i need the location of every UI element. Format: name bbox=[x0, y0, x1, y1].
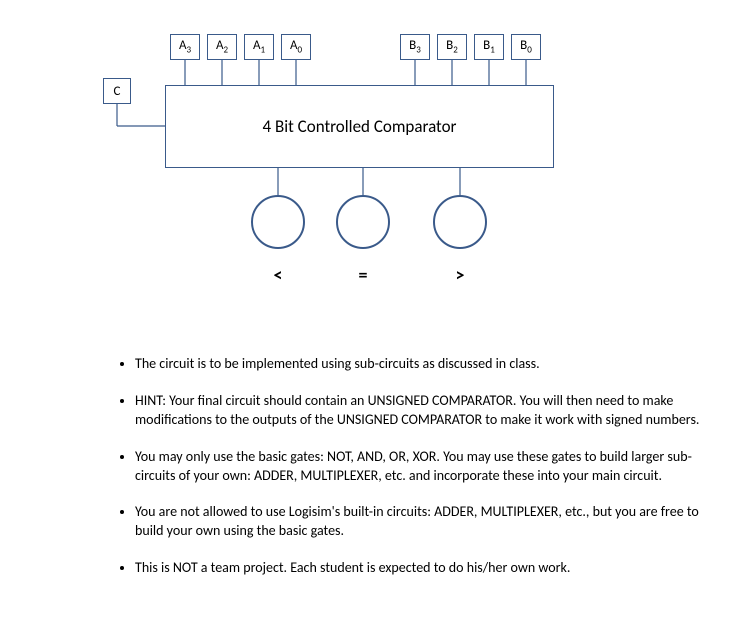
input-b3-box: B3 bbox=[400, 34, 430, 60]
input-b3-label: B3 bbox=[409, 38, 421, 56]
input-b2-label: B2 bbox=[446, 38, 458, 56]
output-lt-label: < bbox=[251, 264, 305, 286]
output-eq-circle bbox=[336, 195, 390, 249]
output-eq-label: = bbox=[336, 264, 390, 286]
output-lt-circle bbox=[251, 195, 305, 249]
output-gt-circle bbox=[433, 195, 487, 249]
comparator-title: 4 Bit Controlled Comparator bbox=[263, 116, 457, 137]
input-b2-box: B2 bbox=[437, 34, 467, 60]
output-gt-label: > bbox=[433, 264, 487, 286]
input-c-label: C bbox=[114, 84, 121, 99]
input-a3-label: A3 bbox=[179, 38, 191, 56]
input-a1-box: A1 bbox=[244, 34, 274, 60]
input-b1-box: B1 bbox=[474, 34, 504, 60]
bullet-item: You may only use the basic gates: NOT, A… bbox=[135, 448, 722, 486]
bullet-item: HINT: Your final circuit should contain … bbox=[135, 392, 722, 430]
bullet-item: The circuit is to be implemented using s… bbox=[135, 355, 722, 374]
input-a2-label: A2 bbox=[216, 38, 228, 56]
input-a2-box: A2 bbox=[207, 34, 237, 60]
input-a3-box: A3 bbox=[170, 34, 200, 60]
input-b0-label: B0 bbox=[520, 38, 532, 56]
input-c-box: C bbox=[103, 78, 131, 104]
bullet-item: This is NOT a team project. Each student… bbox=[135, 559, 722, 578]
input-a0-box: A0 bbox=[281, 34, 311, 60]
bullet-item: You are not allowed to use Logisim's bui… bbox=[135, 503, 722, 541]
instructions-list: The circuit is to be implemented using s… bbox=[110, 355, 722, 596]
comparator-main-box: 4 Bit Controlled Comparator bbox=[165, 85, 554, 168]
input-a1-label: A1 bbox=[253, 38, 265, 56]
input-b1-label: B1 bbox=[483, 38, 495, 56]
input-a0-label: A0 bbox=[290, 38, 302, 56]
comparator-diagram: C A3 A2 A1 A0 B3 B2 B1 B0 4 Bit Controll… bbox=[0, 0, 751, 320]
input-b0-box: B0 bbox=[511, 34, 541, 60]
